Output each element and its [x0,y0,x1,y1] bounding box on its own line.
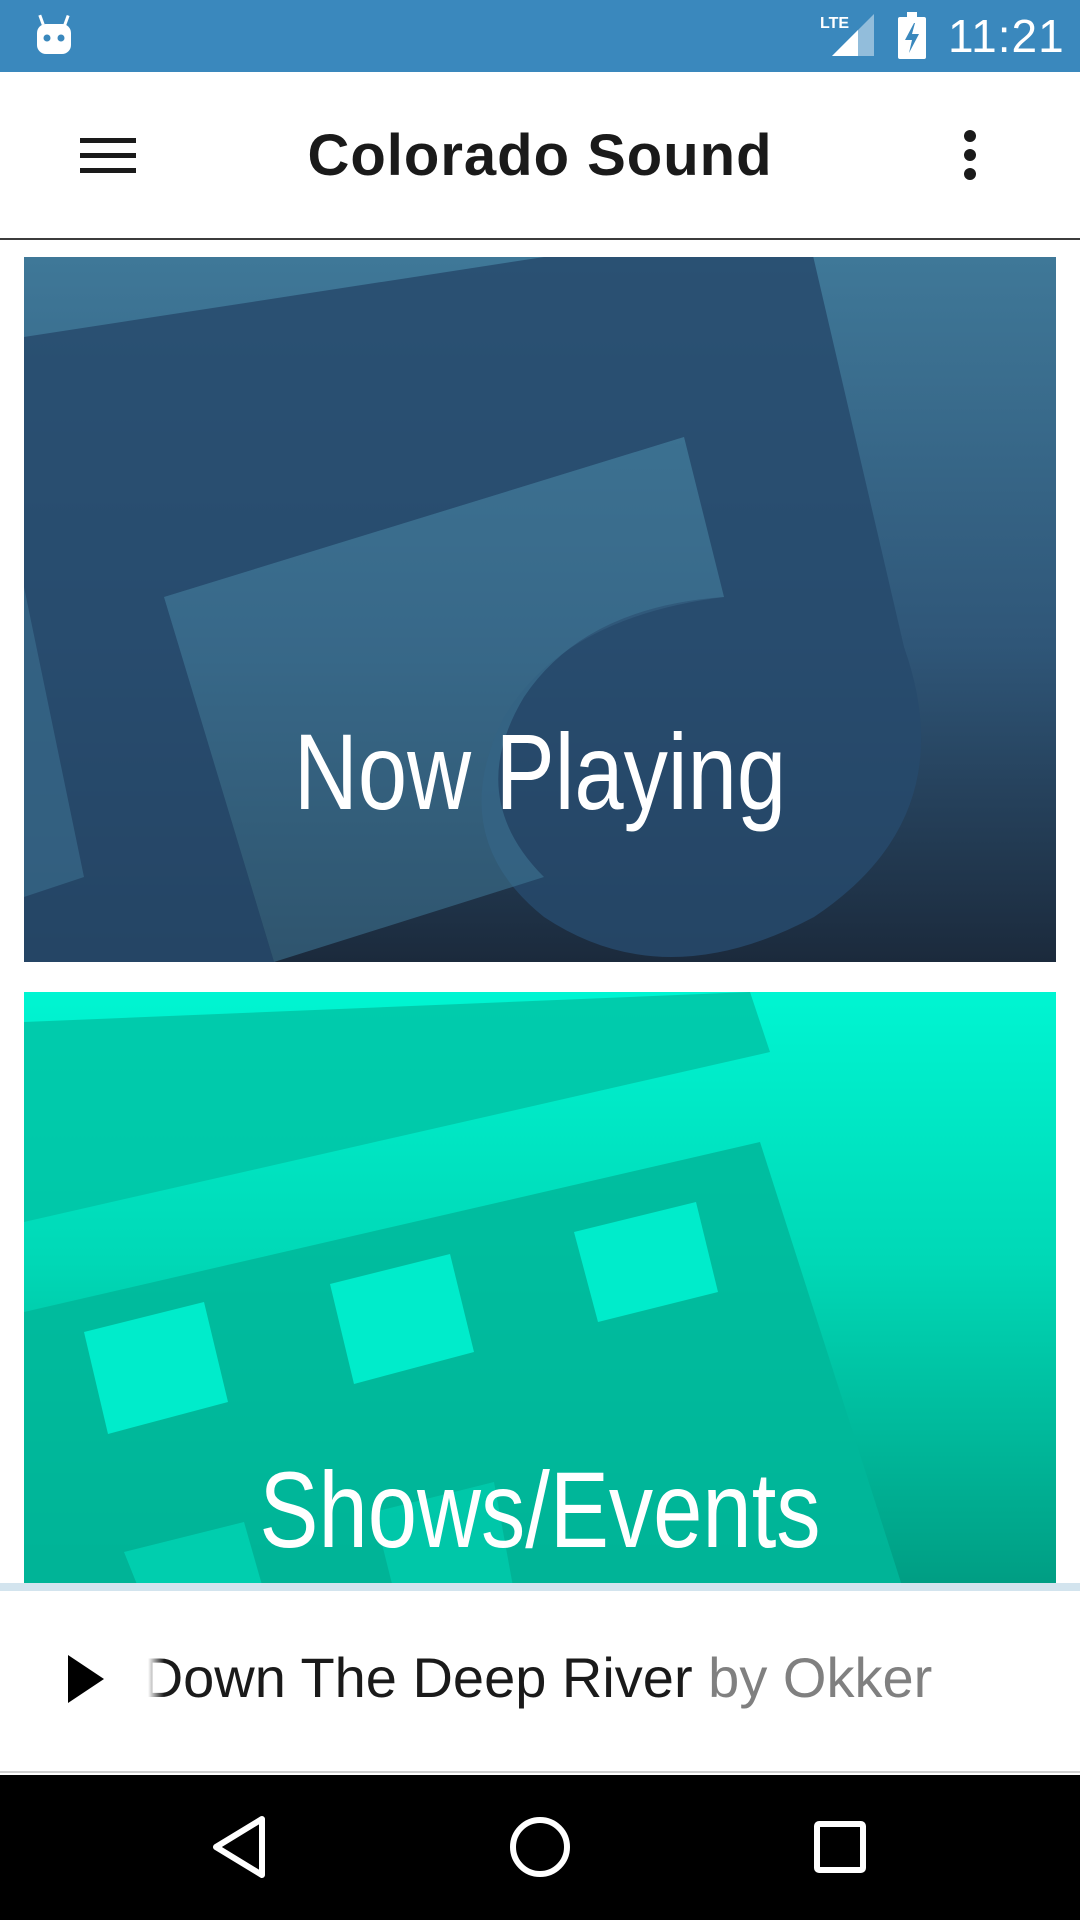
song-title: Down The Deep River [148,1646,693,1709]
overflow-menu-button[interactable] [940,118,1004,194]
back-icon [213,1816,265,1878]
battery-charging-icon [898,12,926,59]
now-playing-label: Now Playing [293,711,787,832]
system-nav-bar [0,1775,1080,1920]
music-note-icon [24,257,922,962]
mini-player: n Down The Deep River by Okker [0,1583,1080,1773]
artist-name: Okker [782,1646,933,1709]
home-icon [510,1817,570,1877]
recents-icon [814,1821,866,1873]
now-playing-ticker[interactable]: n Down The Deep River by Okker [148,1643,986,1713]
play-button[interactable] [56,1647,116,1711]
lte-signal-icon: LTE [820,14,874,56]
back-button[interactable] [204,1811,276,1883]
status-clock: 11:21 [948,10,1065,62]
shows-events-label: Shows/Events [259,1449,821,1570]
app-title: Colorado Sound [307,123,773,188]
shows-events-tile[interactable]: Shows/Events [24,992,1056,1592]
ticker-fade-right [946,1643,986,1713]
more-vert-icon [964,130,976,180]
recents-button[interactable] [804,1811,876,1883]
by-label: by [708,1646,768,1709]
android-notification-icon [37,14,71,54]
ticker-fade-left [148,1643,164,1713]
now-playing-tile[interactable]: Now Playing [24,257,1056,962]
play-icon [68,1655,104,1703]
svg-text:LTE: LTE [820,15,849,32]
app-bar: Colorado Sound [0,72,1080,240]
status-bar: LTE 11:21 [0,0,1080,72]
home-button[interactable] [504,1811,576,1883]
